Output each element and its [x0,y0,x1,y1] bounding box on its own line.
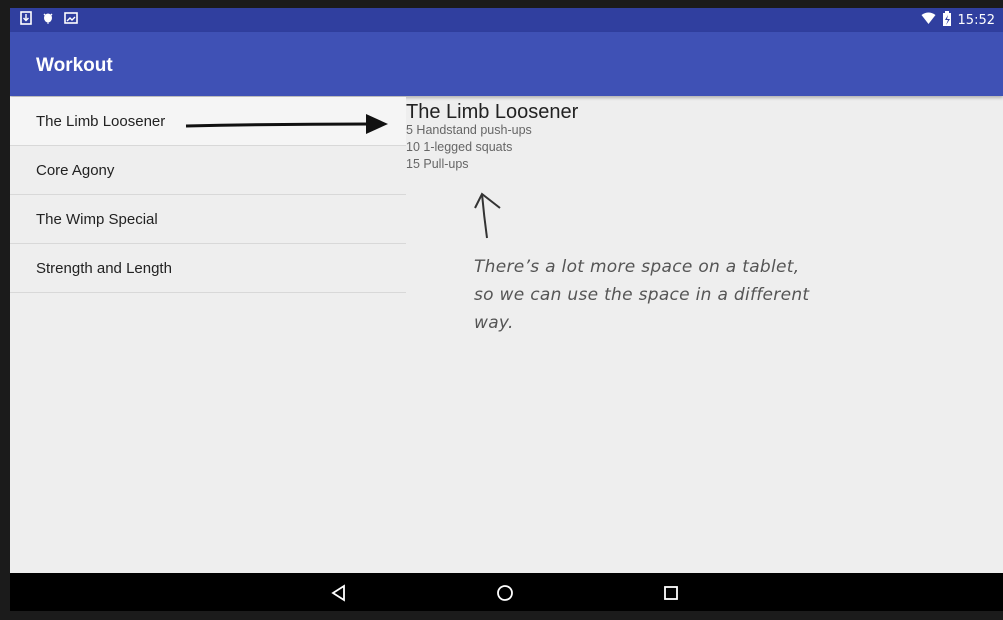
navigation-bar [10,573,1003,611]
arrow-to-detail-icon [185,114,388,134]
screen: 15:52 Workout The Limb Loosener Core Ago… [10,8,1003,611]
back-icon[interactable] [328,582,350,604]
device-frame: 15:52 Workout The Limb Loosener Core Ago… [0,0,1003,620]
arrow-up-icon [474,192,501,239]
home-icon[interactable] [494,582,516,604]
recents-icon[interactable] [660,582,682,604]
annotation-note: There’s a lot more space on a tablet, so… [474,257,810,333]
